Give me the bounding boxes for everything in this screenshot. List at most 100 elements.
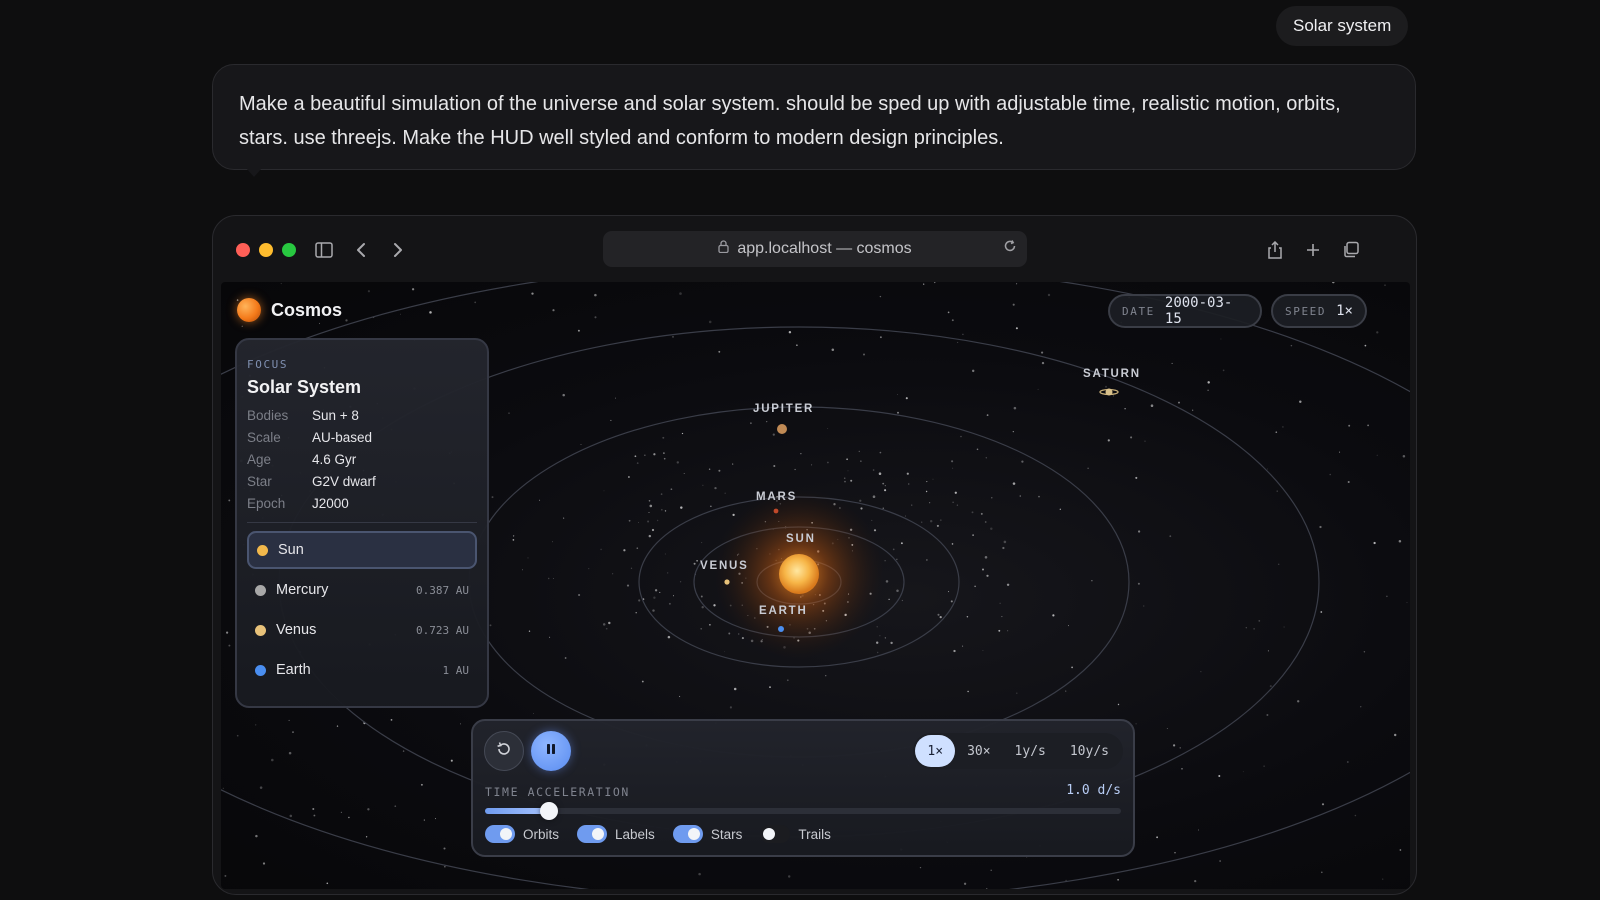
back-icon[interactable] <box>347 236 375 264</box>
star <box>846 458 848 461</box>
jupiter-body[interactable] <box>777 424 787 434</box>
star <box>1283 626 1285 628</box>
star <box>1269 685 1272 688</box>
forward-icon[interactable] <box>384 236 412 264</box>
star <box>972 534 974 536</box>
sun-body[interactable] <box>779 554 819 594</box>
new-tab-icon[interactable] <box>1299 236 1327 264</box>
star <box>228 499 231 502</box>
body-item-mercury[interactable]: Mercury 0.387 AU <box>247 571 477 609</box>
star <box>659 591 661 593</box>
label-saturn[interactable]: SATURN <box>1083 368 1141 380</box>
star <box>934 282 936 284</box>
star <box>336 725 339 727</box>
star <box>888 598 890 601</box>
stat-key: Epoch <box>247 495 286 511</box>
star <box>1384 284 1386 286</box>
speed-preset-group: 1× 30× 1y/s 10y/s <box>913 733 1123 769</box>
star <box>1218 774 1221 778</box>
toggle-stars[interactable]: Stars <box>672 825 742 843</box>
star <box>1376 331 1379 334</box>
star <box>531 292 534 295</box>
url-bar[interactable]: app.localhost — cosmos <box>603 231 1027 267</box>
star <box>552 577 554 579</box>
star <box>588 567 590 570</box>
star <box>1001 616 1003 618</box>
topic-chip[interactable]: Solar system <box>1276 6 1409 46</box>
star <box>1117 703 1120 706</box>
star <box>859 499 862 502</box>
reset-icon <box>495 740 513 763</box>
pause-icon <box>544 742 558 761</box>
share-icon[interactable] <box>1261 236 1289 264</box>
orbits-switch[interactable] <box>485 825 515 843</box>
date-label: DATE <box>1122 304 1155 318</box>
star <box>648 534 652 538</box>
venus-body[interactable] <box>724 579 730 585</box>
star <box>1047 293 1051 297</box>
speed-preset-30x[interactable]: 30× <box>955 735 1002 767</box>
star <box>929 502 931 504</box>
reload-icon[interactable] <box>1003 239 1017 258</box>
star <box>1135 476 1138 479</box>
body-item-venus[interactable]: Venus 0.723 AU <box>247 611 477 649</box>
minimize-window-button[interactable] <box>259 243 273 257</box>
star <box>411 288 415 291</box>
body-item-sun[interactable]: Sun <box>247 531 477 569</box>
pause-button[interactable] <box>531 731 571 771</box>
star <box>271 758 274 762</box>
reset-button[interactable] <box>484 731 524 771</box>
trails-switch[interactable] <box>760 825 791 843</box>
toggle-labels[interactable]: Labels <box>577 825 655 843</box>
star <box>651 528 655 532</box>
saturn-body[interactable] <box>1099 388 1119 396</box>
body-item-earth[interactable]: Earth 1 AU <box>247 651 477 689</box>
star <box>904 515 906 517</box>
label-venus[interactable]: VENUS <box>700 560 749 572</box>
focus-kicker: FOCUS <box>247 358 289 371</box>
star <box>602 623 606 626</box>
stars-switch[interactable] <box>672 825 703 843</box>
speed-preset-1x[interactable]: 1× <box>915 735 956 767</box>
star <box>508 412 510 414</box>
star <box>1041 361 1045 365</box>
labels-switch[interactable] <box>577 825 608 843</box>
star <box>683 472 685 475</box>
mars-body[interactable] <box>773 508 779 514</box>
slider-thumb[interactable] <box>539 802 558 820</box>
label-sun[interactable]: SUN <box>786 533 816 545</box>
label-jupiter[interactable]: JUPITER <box>753 403 814 415</box>
star <box>1393 733 1397 737</box>
star <box>638 599 641 602</box>
star <box>578 593 581 597</box>
toggle-trails[interactable]: Trails <box>760 825 831 843</box>
star <box>664 553 666 555</box>
star <box>1012 303 1015 306</box>
star <box>876 626 878 628</box>
star <box>654 589 658 592</box>
app-viewport[interactable]: Cosmos DATE 2000-03-15 SPEED 1× FOCUS So… <box>221 282 1410 889</box>
body-name: Sun <box>278 542 304 558</box>
close-window-button[interactable] <box>236 243 250 257</box>
toggle-orbits[interactable]: Orbits <box>485 825 559 843</box>
star <box>1398 540 1402 543</box>
label-earth[interactable]: EARTH <box>759 605 808 617</box>
star <box>663 457 666 460</box>
maximize-window-button[interactable] <box>282 243 296 257</box>
toggle-label: Trails <box>798 826 831 842</box>
star <box>787 875 791 878</box>
star <box>860 507 863 510</box>
star <box>1277 563 1280 566</box>
star <box>908 483 910 485</box>
speed-preset-1y[interactable]: 1y/s <box>1003 735 1058 767</box>
sidebar-icon[interactable] <box>310 236 338 264</box>
tabs-icon[interactable] <box>1337 236 1365 264</box>
earth-body[interactable] <box>778 626 784 632</box>
speed-preset-10y[interactable]: 10y/s <box>1058 735 1121 767</box>
star <box>564 657 567 659</box>
star <box>926 481 928 483</box>
star <box>1130 436 1133 439</box>
time-acceleration-slider[interactable] <box>485 802 1121 820</box>
label-mars[interactable]: MARS <box>756 491 797 503</box>
star <box>718 469 721 472</box>
